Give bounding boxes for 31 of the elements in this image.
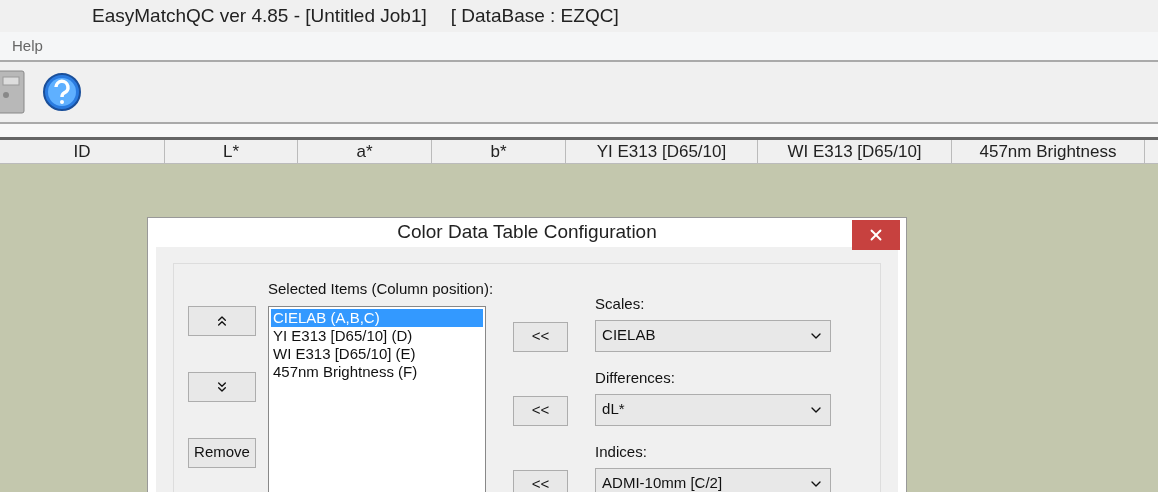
dropdown[interactable]: dL* — [595, 393, 832, 426]
column-header[interactable]: YI E313 [D65/10] — [566, 140, 758, 163]
selected-items-list[interactable]: CIELAB (A,B,C) YI E313 [D65/10] (D) WI E313 [D65/10] (E) 457nm Brightness (F) — [268, 306, 486, 492]
column-header[interactable]: L* — [165, 140, 298, 163]
close-button[interactable] — [852, 220, 900, 250]
list-item[interactable]: WI E313 [D65/10] (E) — [271, 345, 483, 363]
picker-label: Differences: — [595, 368, 676, 388]
list-item[interactable]: YI E313 [D65/10] (D) — [271, 327, 483, 345]
column-header[interactable]: b* — [432, 140, 566, 163]
window-title: EasyMatchQC ver 4.85 - [Untitled Job1] — [92, 3, 427, 28]
database-label: [ DataBase : EZQC] — [450, 3, 619, 28]
add-button[interactable]: << — [513, 395, 569, 426]
dropdown[interactable]: CIELAB — [595, 319, 832, 352]
column-header[interactable]: a* — [298, 140, 432, 163]
list-item[interactable]: 457nm Brightness (F) — [271, 363, 483, 381]
remove-button[interactable]: Remove — [188, 437, 256, 468]
add-button[interactable]: << — [513, 469, 569, 492]
dropdown[interactable]: ADMI-10mm [C/2] — [595, 467, 832, 492]
menu-item[interactable]: Help — [12, 34, 43, 58]
picker-label: Indices: — [595, 442, 648, 462]
help-icon[interactable] — [42, 72, 82, 112]
picker-label: Scales: — [595, 294, 646, 314]
column-header[interactable]: ID — [0, 140, 165, 163]
add-button[interactable]: << — [513, 321, 569, 352]
move-down-button[interactable] — [188, 371, 256, 402]
column-header[interactable]: WI E313 [D65/10] — [758, 140, 952, 163]
exit-door-icon[interactable] — [0, 69, 26, 115]
dialog-title: Color Data Table Configuration — [397, 220, 657, 244]
move-up-button[interactable] — [188, 305, 256, 336]
list-label: Selected Items (Column position): — [268, 278, 494, 299]
column-header[interactable]: 457nm Brightness — [952, 140, 1145, 163]
